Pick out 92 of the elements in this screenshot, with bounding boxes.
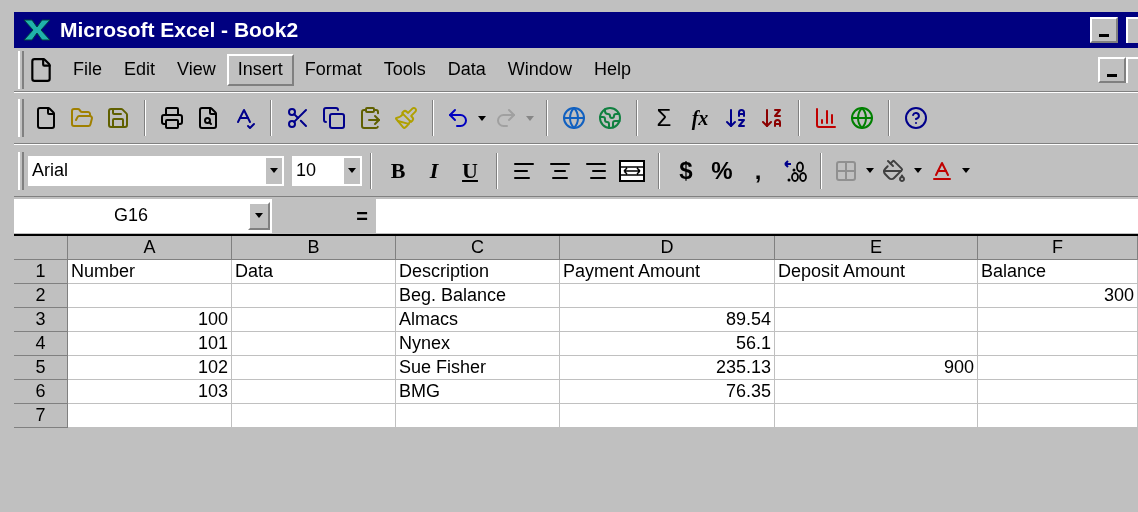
minimize-icon bbox=[1107, 73, 1117, 77]
formula-input[interactable] bbox=[376, 198, 1138, 233]
column-header[interactable]: B bbox=[232, 236, 396, 260]
table-cell: Nynex bbox=[399, 333, 451, 353]
column-header[interactable]: F bbox=[978, 236, 1138, 260]
dropdown-caret-icon bbox=[478, 115, 486, 121]
workbook-icon bbox=[28, 56, 54, 83]
autosum-button[interactable]: Σ bbox=[646, 100, 682, 136]
globe-icon bbox=[562, 106, 586, 130]
copy-icon bbox=[322, 106, 346, 130]
table-cell: Description bbox=[399, 261, 490, 281]
sort-ascending-icon bbox=[724, 106, 748, 130]
function-button[interactable]: fx bbox=[682, 100, 718, 136]
menu-item[interactable]: Edit bbox=[113, 53, 167, 86]
dropdown-caret-icon bbox=[914, 168, 922, 173]
table-cell: 103 bbox=[68, 380, 232, 404]
bold-button[interactable]: B bbox=[380, 152, 416, 189]
row-header[interactable]: 4 bbox=[14, 332, 68, 356]
table-cell: 76.35 bbox=[560, 380, 775, 404]
column-header[interactable]: A bbox=[68, 236, 232, 260]
table-cell: 101 bbox=[68, 332, 232, 356]
row-header[interactable]: 2 bbox=[14, 284, 68, 308]
redo-icon bbox=[494, 106, 518, 130]
italic-button[interactable]: I bbox=[416, 152, 452, 189]
currency-button[interactable]: $ bbox=[668, 152, 704, 189]
menu-item[interactable]: Help bbox=[582, 53, 642, 86]
column-header[interactable]: D bbox=[560, 236, 775, 260]
page-magnifier-icon bbox=[196, 106, 220, 130]
table-cell: Almacs bbox=[399, 309, 458, 329]
percent-button[interactable]: % bbox=[704, 152, 740, 189]
table-cell: Sue Fisher bbox=[399, 357, 487, 377]
dropdown-caret-icon bbox=[255, 213, 263, 218]
globe-icon bbox=[850, 106, 874, 130]
table-cell: 300 bbox=[978, 284, 1138, 308]
comma-button[interactable]: , bbox=[740, 152, 776, 189]
row-header[interactable]: 5 bbox=[14, 356, 68, 380]
table-cell: 900 bbox=[775, 356, 978, 380]
paint-bucket-icon bbox=[882, 158, 906, 183]
increase-decimal-icon bbox=[781, 158, 807, 183]
menu-item[interactable]: Tools bbox=[372, 53, 437, 86]
dropdown-caret-icon bbox=[962, 168, 970, 173]
excel-logo-icon bbox=[22, 18, 52, 42]
table-cell: 102 bbox=[68, 356, 232, 380]
dropdown-caret-icon bbox=[526, 115, 534, 121]
minimize-icon bbox=[1099, 34, 1109, 37]
underline-button[interactable]: U bbox=[452, 152, 488, 189]
table-cell: Balance bbox=[981, 261, 1047, 281]
minimize-button[interactable] bbox=[1098, 56, 1126, 83]
bar-chart-icon bbox=[814, 106, 838, 130]
row-header[interactable]: 3 bbox=[14, 308, 68, 332]
dropdown-caret-icon bbox=[866, 168, 874, 173]
menu-item[interactable]: Format bbox=[293, 53, 373, 86]
table-cell: 235.13 bbox=[560, 356, 775, 380]
window-title: Microsoft Excel - Book2 bbox=[60, 17, 299, 44]
table-cell: Deposit Amount bbox=[778, 261, 906, 281]
menu-item[interactable]: Insert bbox=[226, 53, 294, 86]
row-header[interactable]: 6 bbox=[14, 380, 68, 404]
table-cell: 100 bbox=[68, 308, 232, 332]
font-size-select[interactable]: 10 bbox=[292, 155, 362, 186]
folder-icon bbox=[70, 106, 94, 130]
paintbrush-icon bbox=[394, 106, 418, 130]
help-icon bbox=[904, 106, 928, 130]
clipboard-icon bbox=[358, 106, 382, 130]
sort-descending-icon bbox=[760, 106, 784, 130]
column-header[interactable]: E bbox=[775, 236, 978, 260]
merge-center-icon bbox=[619, 158, 645, 183]
column-header[interactable]: C bbox=[396, 236, 560, 260]
menu-item[interactable]: View bbox=[166, 53, 227, 86]
dropdown-caret-icon bbox=[348, 168, 356, 173]
table-cell: 89.54 bbox=[560, 308, 775, 332]
borders-icon bbox=[834, 158, 858, 183]
minimize-button[interactable] bbox=[1090, 17, 1118, 43]
table-cell: Data bbox=[235, 261, 274, 281]
menu-item[interactable]: Data bbox=[436, 53, 497, 86]
printer-icon bbox=[160, 106, 184, 130]
table-cell: Number bbox=[71, 261, 136, 281]
font-select[interactable]: Arial bbox=[28, 155, 284, 186]
table-cell: Payment Amount bbox=[563, 261, 701, 281]
table-cell: BMG bbox=[399, 381, 440, 401]
globe-arrows-icon bbox=[598, 106, 622, 130]
dropdown-caret-icon bbox=[270, 168, 278, 173]
row-header[interactable]: 1 bbox=[14, 260, 68, 284]
formula-equals-sign: = bbox=[355, 203, 369, 229]
name-box[interactable]: G16 bbox=[14, 198, 272, 233]
undo-icon bbox=[446, 106, 470, 130]
table-cell: 56.1 bbox=[560, 332, 775, 356]
blank-page-icon bbox=[34, 106, 58, 130]
table-cell: Beg. Balance bbox=[399, 285, 507, 305]
menu-item[interactable]: Window bbox=[496, 53, 583, 86]
row-header[interactable]: 7 bbox=[14, 404, 68, 428]
menu-item[interactable]: File bbox=[62, 53, 113, 86]
scissors-icon bbox=[286, 106, 310, 130]
